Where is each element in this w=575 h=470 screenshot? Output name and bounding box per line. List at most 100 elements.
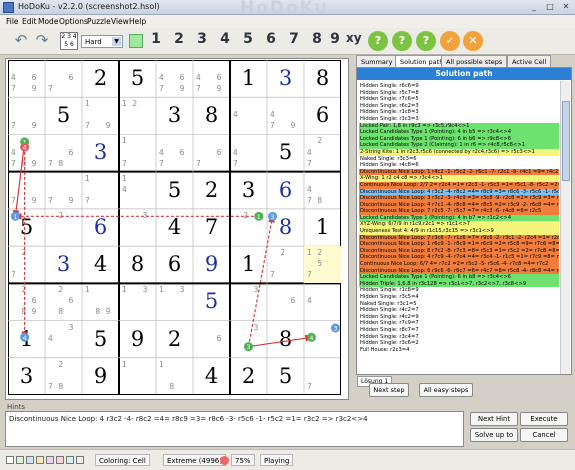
solution-step[interactable]: Hidden Single: r3c6=2 — [359, 340, 559, 347]
steps-scrollbar[interactable] — [560, 81, 570, 374]
hint-vague-icon[interactable]: ? — [368, 31, 388, 51]
solution-step[interactable]: Discontinuous Nice Loop: 1 r6c9 -1- r8c9… — [359, 241, 559, 248]
chevron-down-icon: ▼ — [112, 37, 121, 46]
minimize-button[interactable]: _ — [527, 2, 541, 13]
solution-step[interactable]: Hidden Single: r6c6=9 — [359, 83, 559, 90]
xy-button[interactable]: xy — [346, 31, 362, 45]
menu-puzzle[interactable]: Puzzle — [87, 17, 111, 26]
filter-4-button[interactable]: 4 — [217, 31, 233, 47]
color-filter-button[interactable] — [129, 34, 143, 48]
solution-step[interactable]: Hidden Single: r8c7=7 — [359, 326, 559, 334]
menu-file[interactable]: File — [6, 17, 19, 26]
solution-step[interactable]: Discontinuous Nice Loop: 4 r3c2 -4- r8c2… — [359, 188, 559, 196]
cancel-button[interactable]: Cancel — [520, 428, 568, 442]
filter-6-button[interactable]: 6 — [263, 31, 279, 47]
color-chip-6[interactable] — [56, 456, 64, 464]
menu-options[interactable]: Options — [59, 17, 88, 26]
solution-step[interactable]: Naked Single: r3c3=6 — [359, 155, 559, 163]
execute-button[interactable]: Execute — [520, 412, 568, 426]
check-icon[interactable]: ✓ — [440, 31, 460, 51]
color-chip-3[interactable] — [26, 456, 34, 464]
solution-step[interactable]: Discontinuous Nice Loop: 7 r2c5 -7- r5c7… — [359, 208, 559, 215]
filter-8-button[interactable]: 8 — [309, 31, 325, 47]
menu-help[interactable]: Help — [129, 17, 146, 26]
solution-step[interactable]: Hidden Single: r3c4=7 — [359, 333, 559, 341]
chain-link — [248, 334, 313, 348]
undo-icon[interactable]: ↶ — [12, 33, 30, 48]
progress-icon — [220, 456, 229, 465]
solution-step[interactable]: Hidden Single: r7c9=7 — [359, 320, 559, 327]
scroll-thumb[interactable] — [562, 101, 570, 181]
solution-step[interactable]: Discontinuous Nice Loop: 6 r9c6 -6- r6c7… — [359, 267, 559, 275]
solution-step[interactable]: Uniqueness Test 4: 4/9 in r1c15,r3c15 =>… — [359, 228, 559, 235]
status-bar: Coloring: Cell Extreme (4996) 75% Playin… — [0, 449, 575, 470]
solution-step[interactable]: Hidden Single: r4c8=6 — [359, 162, 559, 169]
solution-step[interactable]: Hidden Single: r1c8=3 — [359, 109, 559, 116]
filter-7-button[interactable]: 7 — [286, 31, 302, 47]
steps-list[interactable]: Hidden Single: r6c6=9 Hidden Single: r5c7… — [359, 83, 559, 373]
menu-view[interactable]: View — [111, 17, 129, 26]
solution-step[interactable]: Locked Candidates Type 1 (Pointing): 4 i… — [359, 129, 559, 136]
color-chip-5[interactable] — [46, 456, 54, 464]
solution-step[interactable]: Locked Candidates Type 1 (Pointing): 6 i… — [359, 135, 559, 143]
all-easy-steps-button[interactable]: All easy steps — [419, 383, 473, 397]
menu-mode[interactable]: Mode — [38, 17, 58, 26]
color-chip-7[interactable] — [66, 456, 74, 464]
next-step-button[interactable]: Next step — [369, 383, 409, 397]
color-chip-2[interactable] — [16, 456, 24, 464]
solution-step[interactable]: X-Wing: 1 r2 c4 c8 => r3c4<>1 — [359, 175, 559, 182]
next-hint-button[interactable]: Next Hint — [470, 412, 518, 426]
tab-active-cell[interactable]: Active Cell — [507, 55, 552, 67]
filter-1-button[interactable]: 1 — [148, 31, 164, 47]
tab-summary[interactable]: Summary — [356, 55, 398, 67]
solution-step[interactable]: Hidden Single: r3c3=3 — [359, 115, 559, 123]
hint-text: Discontinuous Nice Loop: 4 r3c2 -4- r8c2… — [9, 415, 368, 423]
filter-5-button[interactable]: 5 — [240, 31, 256, 47]
difficulty-select[interactable]: Hard ▼ — [81, 35, 123, 48]
solution-step[interactable]: Hidden Single: r7c6=5 — [359, 96, 559, 103]
solution-step[interactable]: Discontinuous Nice Loop: 4 r7c1 -4- r8c8… — [359, 201, 559, 209]
tab-all-steps[interactable]: All possible steps — [441, 55, 508, 67]
maximize-button[interactable]: □ — [543, 2, 557, 13]
solution-step[interactable]: Hidden Single: r3c5=4 — [359, 294, 559, 301]
hint-concrete-icon[interactable]: ? — [392, 31, 412, 51]
color-chip-4[interactable] — [36, 456, 44, 464]
solution-step[interactable]: Discontinuous Nice Loop: 3 r3c2 -3- r4c9… — [359, 195, 559, 202]
solution-step[interactable]: Hidden Single: r6c2=3 — [359, 102, 559, 110]
cancel-icon[interactable]: ✕ — [463, 31, 483, 51]
menu-edit[interactable]: Edit — [22, 17, 37, 26]
show-candidates-button[interactable]: 2 3 4 5 6 — [60, 32, 78, 50]
solution-step[interactable]: Continuous Nice Loop: 2/7 2= r2c4 =1= r2… — [359, 181, 559, 189]
solution-step[interactable]: 2-String Kite: 1 in r2c3,r5c6 (connected… — [359, 148, 559, 156]
solution-step[interactable]: Hidden Single: r4c2=9 — [359, 313, 559, 321]
close-button[interactable]: ✕ — [559, 2, 573, 13]
filter-3-button[interactable]: 3 — [194, 31, 210, 47]
sudoku-grid[interactable]: 4679672546794679138795179123844796478967… — [8, 60, 341, 395]
solution-step[interactable]: Discontinuous Nice Loop: 1 r4c2 -1- r5c2… — [359, 168, 559, 176]
solution-step[interactable]: Full House: r2c3=4 — [359, 346, 559, 354]
solution-step[interactable]: Hidden Triple: 1,6,8 in r3c128 => r3c1<>… — [359, 280, 559, 288]
solution-step[interactable]: Discontinuous Nice Loop: 4 r7c9 -4- r7c4… — [359, 254, 559, 262]
solution-step[interactable]: Locked Candidates Type 1 (Pointing): 6 i… — [359, 274, 559, 281]
solve-up-to-button[interactable]: Solve up to — [470, 428, 518, 442]
menu-bar: File Edit Mode Options Puzzle View Help — [0, 15, 575, 28]
solution-step[interactable]: Discontinuous Nice Loop: 8 r7c2 -8- r7c3… — [359, 247, 559, 255]
filter-9-button[interactable]: 9 — [327, 31, 343, 47]
solution-step[interactable]: Locked Pair: 1,8 in r9c3 => r3c5,r9c4<>1 — [359, 122, 559, 130]
solution-step[interactable]: Discontinuous Nice Loop: 7 r3c6 -7- r1c6… — [359, 234, 559, 242]
solution-step[interactable]: Hidden Single: r1c8=9 — [359, 287, 559, 294]
progress-status: 75% — [231, 454, 255, 466]
solution-step[interactable]: Continuous Nice Loop: 6/7 4= r7c2 =2= r5… — [359, 261, 559, 268]
redo-icon[interactable]: ↷ — [33, 33, 51, 48]
color-chip-8[interactable] — [76, 456, 84, 464]
solution-step[interactable]: Locked Candidates Type 1 (Pointing): 4 i… — [359, 214, 559, 222]
solution-step[interactable]: Hidden Single: r4c2=7 — [359, 307, 559, 314]
chain-node-label: 3 — [270, 213, 274, 221]
hint-step-icon[interactable]: ? — [416, 31, 436, 51]
solution-step[interactable]: Hidden Single: r5c7=8 — [359, 89, 559, 97]
filter-2-button[interactable]: 2 — [171, 31, 187, 47]
color-chip-1[interactable] — [6, 456, 14, 464]
solution-step[interactable]: Naked Single: r3c1=5 — [359, 300, 559, 308]
solution-step[interactable]: Locked Candidates Type 2 (Claiming): 1 i… — [359, 142, 559, 149]
solution-step[interactable]: XYZ-Wing: 6/7/9 in r1c9,r2c1 => r1c1<>7 — [359, 221, 559, 229]
